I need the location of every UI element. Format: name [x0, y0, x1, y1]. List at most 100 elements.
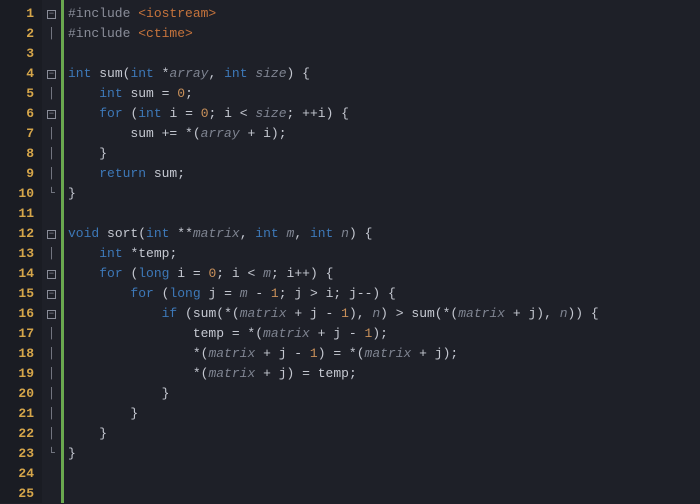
- token: [411, 346, 419, 361]
- fold-cell[interactable]: −: [42, 264, 61, 284]
- token: ++: [294, 266, 310, 281]
- code-line[interactable]: for (long i = 0; i < m; i++) {: [68, 264, 700, 284]
- fold-cell: │: [42, 124, 61, 144]
- code-line[interactable]: [68, 44, 700, 64]
- token: -: [294, 346, 310, 361]
- fold-toggle-icon[interactable]: −: [47, 70, 56, 79]
- token: #include: [68, 26, 138, 41]
- token: (: [138, 226, 146, 241]
- code-line[interactable]: int sum(int *array, int size) {: [68, 64, 700, 84]
- token: 1: [341, 306, 349, 321]
- code-line[interactable]: return sum;: [68, 164, 700, 184]
- token: void: [68, 226, 107, 241]
- token: +: [419, 346, 435, 361]
- fold-cell: │: [42, 24, 61, 44]
- fold-toggle-icon[interactable]: −: [47, 310, 56, 319]
- code-line[interactable]: }: [68, 424, 700, 444]
- token: i: [232, 266, 248, 281]
- fold-cell[interactable]: −: [42, 284, 61, 304]
- token: +: [247, 126, 263, 141]
- token: i: [318, 106, 326, 121]
- code-area[interactable]: #include <iostream>#include <ctime> int s…: [64, 0, 700, 503]
- code-line[interactable]: #include <iostream>: [68, 4, 700, 24]
- token: );: [271, 126, 287, 141]
- token: -: [255, 286, 271, 301]
- fold-cell[interactable]: −: [42, 4, 61, 24]
- token: matrix: [208, 346, 255, 361]
- line-number: 10: [0, 184, 42, 204]
- fold-cell[interactable]: −: [42, 64, 61, 84]
- fold-column[interactable]: −│−│−│││└−│−−−││││││└: [42, 0, 64, 503]
- line-number: 19: [0, 364, 42, 384]
- token: matrix: [365, 346, 412, 361]
- token: 1: [271, 286, 279, 301]
- token: array: [169, 66, 208, 81]
- fold-cell: │: [42, 144, 61, 164]
- fold-cell[interactable]: −: [42, 224, 61, 244]
- code-line[interactable]: [68, 464, 700, 484]
- token: >: [310, 286, 326, 301]
- token: (: [357, 346, 365, 361]
- code-line[interactable]: [68, 484, 700, 504]
- token: }: [68, 426, 107, 441]
- fold-toggle-icon[interactable]: −: [47, 270, 56, 279]
- token: (: [232, 306, 240, 321]
- token: 0: [177, 86, 185, 101]
- fold-toggle-icon[interactable]: −: [47, 110, 56, 119]
- fold-guide-icon: │: [48, 348, 55, 360]
- fold-end-icon: └: [48, 448, 55, 460]
- line-number: 11: [0, 204, 42, 224]
- fold-toggle-icon[interactable]: −: [47, 10, 56, 19]
- token: = *: [232, 326, 255, 341]
- token: m: [263, 266, 271, 281]
- fold-toggle-icon[interactable]: −: [47, 290, 56, 299]
- line-number: 3: [0, 44, 42, 64]
- code-line[interactable]: *(matrix + j) = temp;: [68, 364, 700, 384]
- code-line[interactable]: }: [68, 444, 700, 464]
- token: =: [185, 106, 201, 121]
- code-line[interactable]: int sum = 0;: [68, 84, 700, 104]
- token: j: [333, 326, 349, 341]
- token: ) {: [372, 286, 395, 301]
- line-number: 18: [0, 344, 42, 364]
- fold-cell: │: [42, 164, 61, 184]
- fold-cell[interactable]: −: [42, 304, 61, 324]
- token: i: [177, 266, 193, 281]
- token: (: [216, 306, 224, 321]
- token: j: [279, 366, 287, 381]
- token: +: [263, 366, 279, 381]
- fold-cell: │: [42, 424, 61, 444]
- token: }: [68, 386, 169, 401]
- code-line[interactable]: }: [68, 144, 700, 164]
- code-line[interactable]: }: [68, 404, 700, 424]
- code-line[interactable]: }: [68, 184, 700, 204]
- code-line[interactable]: sum += *(array + i);: [68, 124, 700, 144]
- code-editor[interactable]: 1234567891011121314151617181920212223242…: [0, 0, 700, 503]
- token: **: [177, 226, 193, 241]
- code-line[interactable]: if (sum(*(matrix + j - 1), n) > sum(*(ma…: [68, 304, 700, 324]
- code-line[interactable]: [68, 204, 700, 224]
- code-line[interactable]: void sort(int **matrix, int m, int n) {: [68, 224, 700, 244]
- code-line[interactable]: for (long j = m - 1; j > i; j--) {: [68, 284, 700, 304]
- code-line[interactable]: }: [68, 384, 700, 404]
- token: sort: [107, 226, 138, 241]
- fold-toggle-icon[interactable]: −: [47, 230, 56, 239]
- token: j: [208, 286, 224, 301]
- code-line[interactable]: temp = *(matrix + j - 1);: [68, 324, 700, 344]
- code-line[interactable]: #include <ctime>: [68, 24, 700, 44]
- fold-cell[interactable]: −: [42, 104, 61, 124]
- token: j: [435, 346, 443, 361]
- token: 1: [310, 346, 318, 361]
- token: ),: [349, 306, 372, 321]
- token: j: [294, 286, 310, 301]
- code-line[interactable]: for (int i = 0; i < size; ++i) {: [68, 104, 700, 124]
- token: array: [201, 126, 240, 141]
- token: [310, 326, 318, 341]
- code-line[interactable]: *(matrix + j - 1) = *(matrix + j);: [68, 344, 700, 364]
- fold-cell: │: [42, 244, 61, 264]
- code-line[interactable]: int *temp;: [68, 244, 700, 264]
- fold-guide-icon: │: [48, 248, 55, 260]
- token: ): [318, 346, 334, 361]
- token: n: [372, 306, 380, 321]
- fold-cell: │: [42, 404, 61, 424]
